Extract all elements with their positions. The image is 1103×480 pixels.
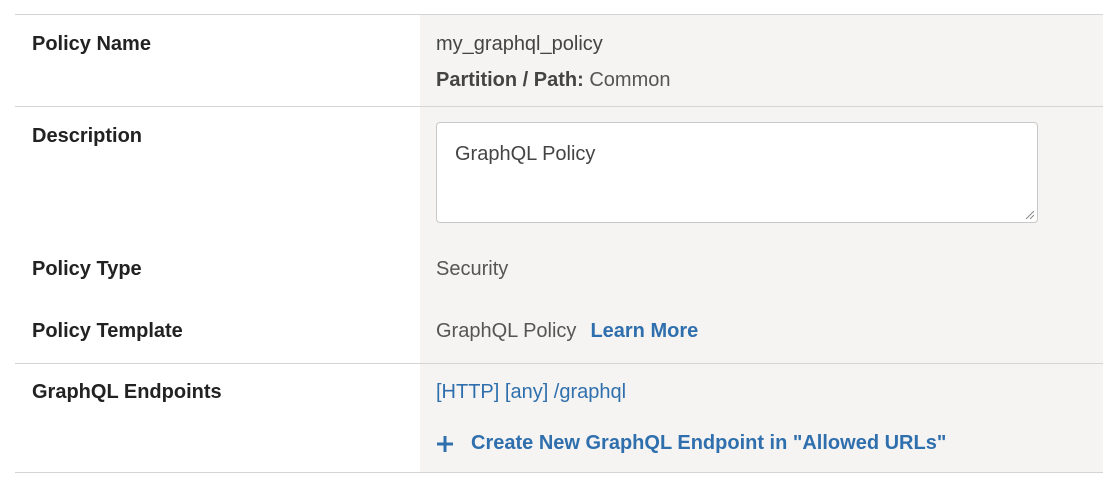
description-textarea[interactable]: GraphQL Policy [436,122,1038,223]
create-graphql-endpoint-link[interactable]: Create New GraphQL Endpoint in "Allowed … [436,432,1103,455]
create-graphql-endpoint-label: Create New GraphQL Endpoint in "Allowed … [471,432,947,454]
plus-icon [437,435,453,452]
policy-type-row: Policy Type Security [15,238,1103,302]
policy-template-row: Policy Template GraphQL Policy Learn Mor… [15,300,1103,364]
graphql-endpoints-value-cell: [HTTP] [any] /graphql Create New GraphQL… [420,364,1103,472]
policy-template-label: Policy Template [15,300,420,363]
partition-path: Partition / Path: Common [436,69,1103,92]
policy-template-value: GraphQL Policy [436,320,577,342]
policy-name-value-cell: my_graphql_policy Partition / Path: Comm… [420,15,1103,106]
resize-grip-icon[interactable] [1024,209,1034,219]
description-text: GraphQL Policy [455,143,596,165]
policy-type-label: Policy Type [15,238,420,301]
policy-name-label: Policy Name [15,15,420,106]
policy-name-value: my_graphql_policy [436,33,603,55]
policy-template-value-cell: GraphQL Policy Learn More [420,300,1103,363]
policy-name-row: Policy Name my_graphql_policy Partition … [15,15,1103,107]
description-value-cell: GraphQL Policy [420,107,1103,239]
policy-type-value: Security [436,258,509,280]
description-label: Description [15,107,420,239]
learn-more-link[interactable]: Learn More [590,320,698,343]
policy-type-value-cell: Security [420,238,1103,301]
graphql-endpoints-row: GraphQL Endpoints [HTTP] [any] /graphql … [15,364,1103,473]
graphql-endpoint-link[interactable]: [HTTP] [any] /graphql [436,381,1103,404]
graphql-endpoints-label: GraphQL Endpoints [15,364,420,472]
partition-path-label: Partition / Path: [436,69,584,91]
description-row: Description GraphQL Policy [15,107,1103,240]
partition-path-value: Common [589,69,671,91]
policy-properties-table: Policy Name my_graphql_policy Partition … [15,14,1103,473]
